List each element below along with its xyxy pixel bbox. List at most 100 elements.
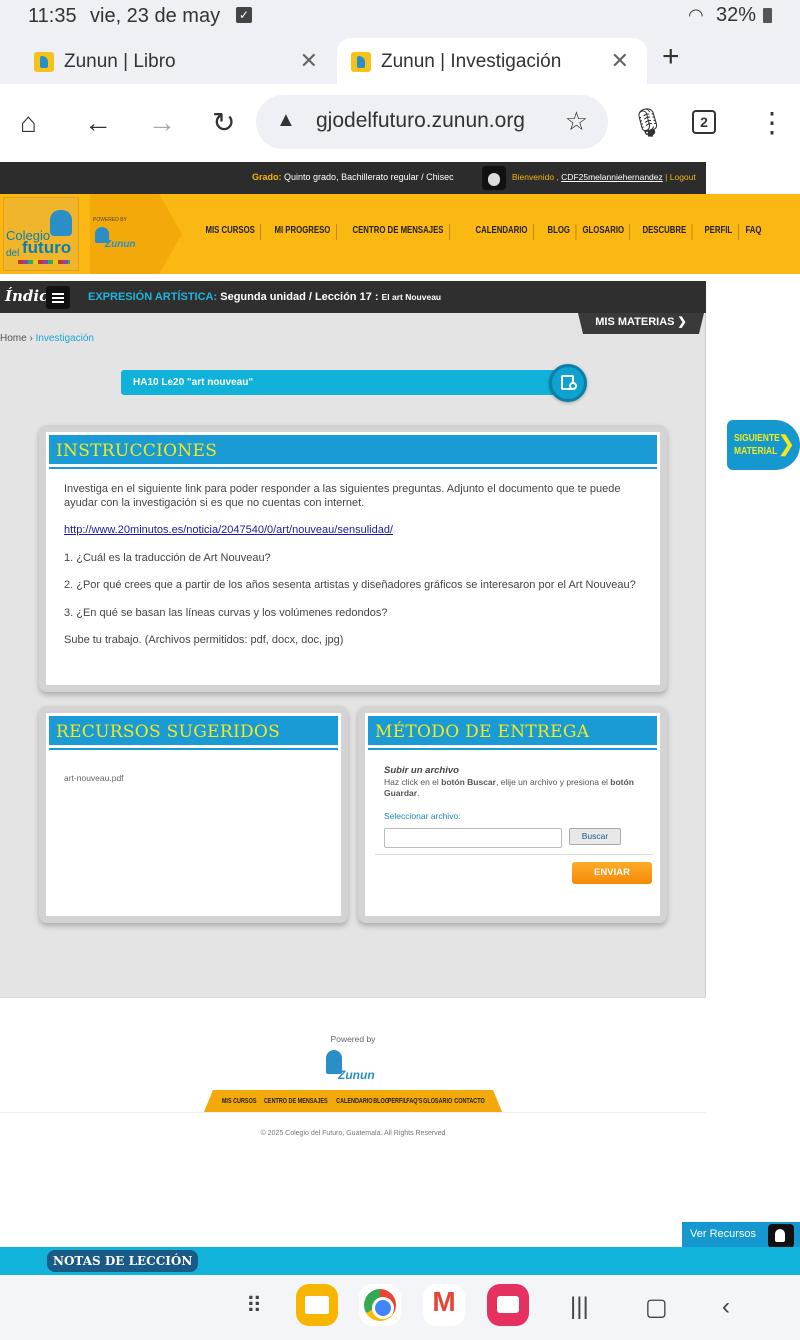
upload-subtitle: Subir un archivo (384, 765, 459, 776)
status-date: vie, 23 de may (90, 5, 221, 27)
nav-item-calendario[interactable]: CALENDARIO (470, 224, 534, 240)
resource-file-link[interactable]: art-nouveau.pdf (64, 773, 124, 783)
home-icon[interactable]: ⌂ (20, 108, 37, 138)
back-arrow-icon[interactable]: ← (84, 108, 112, 138)
panel-header: MÉTODO DE ENTREGA (368, 716, 657, 748)
research-link[interactable]: http://www.20minutos.es/noticia/2047540/… (64, 524, 393, 536)
user-resources-icon (768, 1224, 794, 1248)
nav-item-faq[interactable]: FAQ (740, 224, 767, 240)
reload-icon[interactable]: ↻ (212, 108, 235, 138)
logout-link[interactable]: Logout (670, 172, 696, 182)
question-3: 3. ¿En qué se basan las líneas curvas y … (64, 606, 388, 619)
chevron-right-icon: ❯ (777, 431, 796, 456)
question-1: 1. ¿Cuál es la traducción de Art Nouveau… (64, 551, 271, 564)
next-material-button[interactable]: SIGUIENTE MATERIAL ❯ (727, 420, 800, 470)
logo-color-dots (18, 260, 70, 264)
app-drawer-icon[interactable]: ⠿ (246, 1293, 276, 1323)
question-2: 2. ¿Por qué crees que a partir de los añ… (64, 579, 636, 591)
nav-item-mi-progreso[interactable]: MI PROGRESO (269, 224, 337, 240)
footer-link-mis-cursos[interactable]: MIS CURSOS (219, 1098, 258, 1105)
nav-item-perfil[interactable]: PERFIL (699, 224, 739, 240)
divider (375, 854, 653, 855)
search-value: HA10 Le20 "art nouveau" (133, 377, 254, 388)
lesson-notes-tab[interactable]: NOTAS DE LECCIÓN (47, 1250, 199, 1272)
upload-help: Haz click en el botón Buscar, elije un a… (384, 777, 634, 798)
nav-item-descubre[interactable]: DESCUBRE (637, 224, 693, 240)
unit-lesson: Segunda unidad / Lección 17 : (220, 291, 379, 303)
chrome-app-icon[interactable] (359, 1284, 401, 1326)
mis-materias-button[interactable]: MIS MATERIAS ❯ (578, 313, 704, 334)
instructions-intro: Investiga en el siguiente link para pode… (64, 483, 621, 509)
browser-toolbar: ⌂ ← → ↻ ▲ gjodelfuturo.zunun.org ☆ 🎙︎ 2 … (0, 84, 800, 162)
instructions-title: INSTRUCCIONES (56, 441, 218, 461)
zunun-footer-logo: Zunun (322, 1048, 382, 1084)
bookmark-star-icon[interactable]: ☆ (565, 106, 588, 137)
copyright: © 2025 Colegio del Futuro, Guatemala. Al… (260, 1130, 446, 1137)
resources-panel: RECURSOS SUGERIDOS art-nouveau.pdf (39, 706, 348, 923)
instructions-panel: INSTRUCCIONES Investiga en el siguiente … (39, 425, 667, 692)
browse-button[interactable]: Buscar (569, 828, 621, 845)
browser-tab-investigacion[interactable]: Zunun | Investigación ✕ (337, 38, 647, 84)
url-text[interactable]: gjodelfuturo.zunun.org (316, 109, 546, 133)
microphone-icon[interactable]: 🎙︎ (630, 108, 666, 138)
file-path-input[interactable] (384, 828, 562, 848)
footer-link-centro-de-mensajes[interactable]: CENTRO DE MENSAJES (262, 1098, 330, 1105)
bird-logo-icon (50, 210, 72, 236)
recents-icon[interactable]: ||| (570, 1293, 589, 1321)
breadcrumb: Home › Investigación (0, 333, 94, 344)
checkbox-notification-icon: ✓ (236, 7, 252, 23)
powered-by-small: POWERED BY (93, 217, 127, 223)
zunun-favicon-icon (34, 52, 54, 72)
nav-item-blog[interactable]: BLOG (542, 224, 577, 240)
delivery-method-panel: MÉTODO DE ENTREGA Subir un archivo Haz c… (358, 706, 667, 923)
tab-title: Zunun | Libro (64, 51, 176, 72)
address-bar[interactable]: ▲ gjodelfuturo.zunun.org ☆ (256, 95, 608, 149)
new-tab-plus-icon[interactable]: + (662, 40, 680, 74)
back-nav-icon[interactable]: ‹ (722, 1293, 730, 1321)
home-nav-icon[interactable]: ▢ (645, 1293, 668, 1322)
lesson-name: El art Nouveau (381, 292, 442, 302)
browser-tab-libro[interactable]: Zunun | Libro ✕ (20, 38, 336, 84)
delivery-title: MÉTODO DE ENTREGA (375, 722, 590, 742)
footer-link-glosario[interactable]: GLOSARIO (421, 1098, 455, 1105)
forward-arrow-icon[interactable]: → (148, 108, 176, 138)
ver-recursos-button[interactable]: Ver Recursos (682, 1222, 800, 1249)
files-app-icon[interactable] (296, 1284, 338, 1326)
battery-icon (763, 8, 772, 23)
footer-link-contacto[interactable]: CONTACTO (452, 1098, 487, 1105)
colegio-del-futuro-logo[interactable]: Colegio del futuro (3, 197, 79, 271)
select-file-label: Seleccionar archivo: (384, 811, 461, 821)
camera-app-icon[interactable] (487, 1284, 529, 1326)
activity-search-bar[interactable]: HA10 Le20 "art nouveau" (121, 370, 559, 395)
footer-menu: MIS CURSOS CENTRO DE MENSAJES CALENDARIO… (204, 1090, 502, 1112)
search-document-icon[interactable] (549, 364, 587, 402)
powered-by: Powered by (330, 1034, 376, 1044)
footer-link-calendario[interactable]: CALENDARIO (333, 1098, 374, 1105)
nav-menu: MIS CURSOS MI PROGRESO CENTRO DE MENSAJE… (200, 224, 766, 240)
nav-item-centro-de-mensajes[interactable]: CENTRO DE MENSAJES (347, 224, 450, 240)
wifi-icon: ◠ (688, 5, 704, 25)
nav-item-mis-cursos[interactable]: MIS CURSOS (200, 224, 262, 240)
breadcrumb-current: Investigación (35, 333, 94, 344)
nav-item-glosario[interactable]: GLOSARIO (577, 224, 631, 240)
index-menu-icon[interactable] (46, 286, 70, 309)
gmail-app-icon[interactable] (423, 1284, 465, 1326)
subject-name: EXPRESIÓN ARTÍSTICA: (88, 291, 218, 303)
close-tab-icon[interactable]: ✕ (611, 48, 629, 74)
user-avatar[interactable] (482, 166, 506, 190)
zunun-favicon-icon (351, 52, 371, 72)
submit-button[interactable]: ENVIAR (572, 862, 652, 884)
more-menu-icon[interactable]: ⋮ (758, 108, 786, 138)
warning-icon[interactable]: ▲ (276, 109, 296, 132)
upload-note: Sube tu trabajo. (Archivos permitidos: p… (64, 634, 344, 646)
android-dock: ⠿ ||| ▢ ‹ (0, 1275, 800, 1340)
username-link[interactable]: CDF25melanniehernandez (561, 172, 663, 182)
site-footer: Powered by Zunun MIS CURSOS CENTRO DE ME… (0, 997, 706, 1240)
lesson-notes-bar[interactable]: NOTAS DE LECCIÓN (0, 1247, 800, 1275)
status-time: 11:35 (28, 5, 77, 27)
tab-title: Zunun | Investigación (381, 51, 562, 72)
breadcrumb-home[interactable]: Home (0, 333, 27, 344)
close-tab-icon[interactable]: ✕ (300, 48, 318, 74)
zunun-logo: Zunun (93, 227, 139, 251)
tab-switcher-button[interactable]: 2 (692, 110, 716, 134)
